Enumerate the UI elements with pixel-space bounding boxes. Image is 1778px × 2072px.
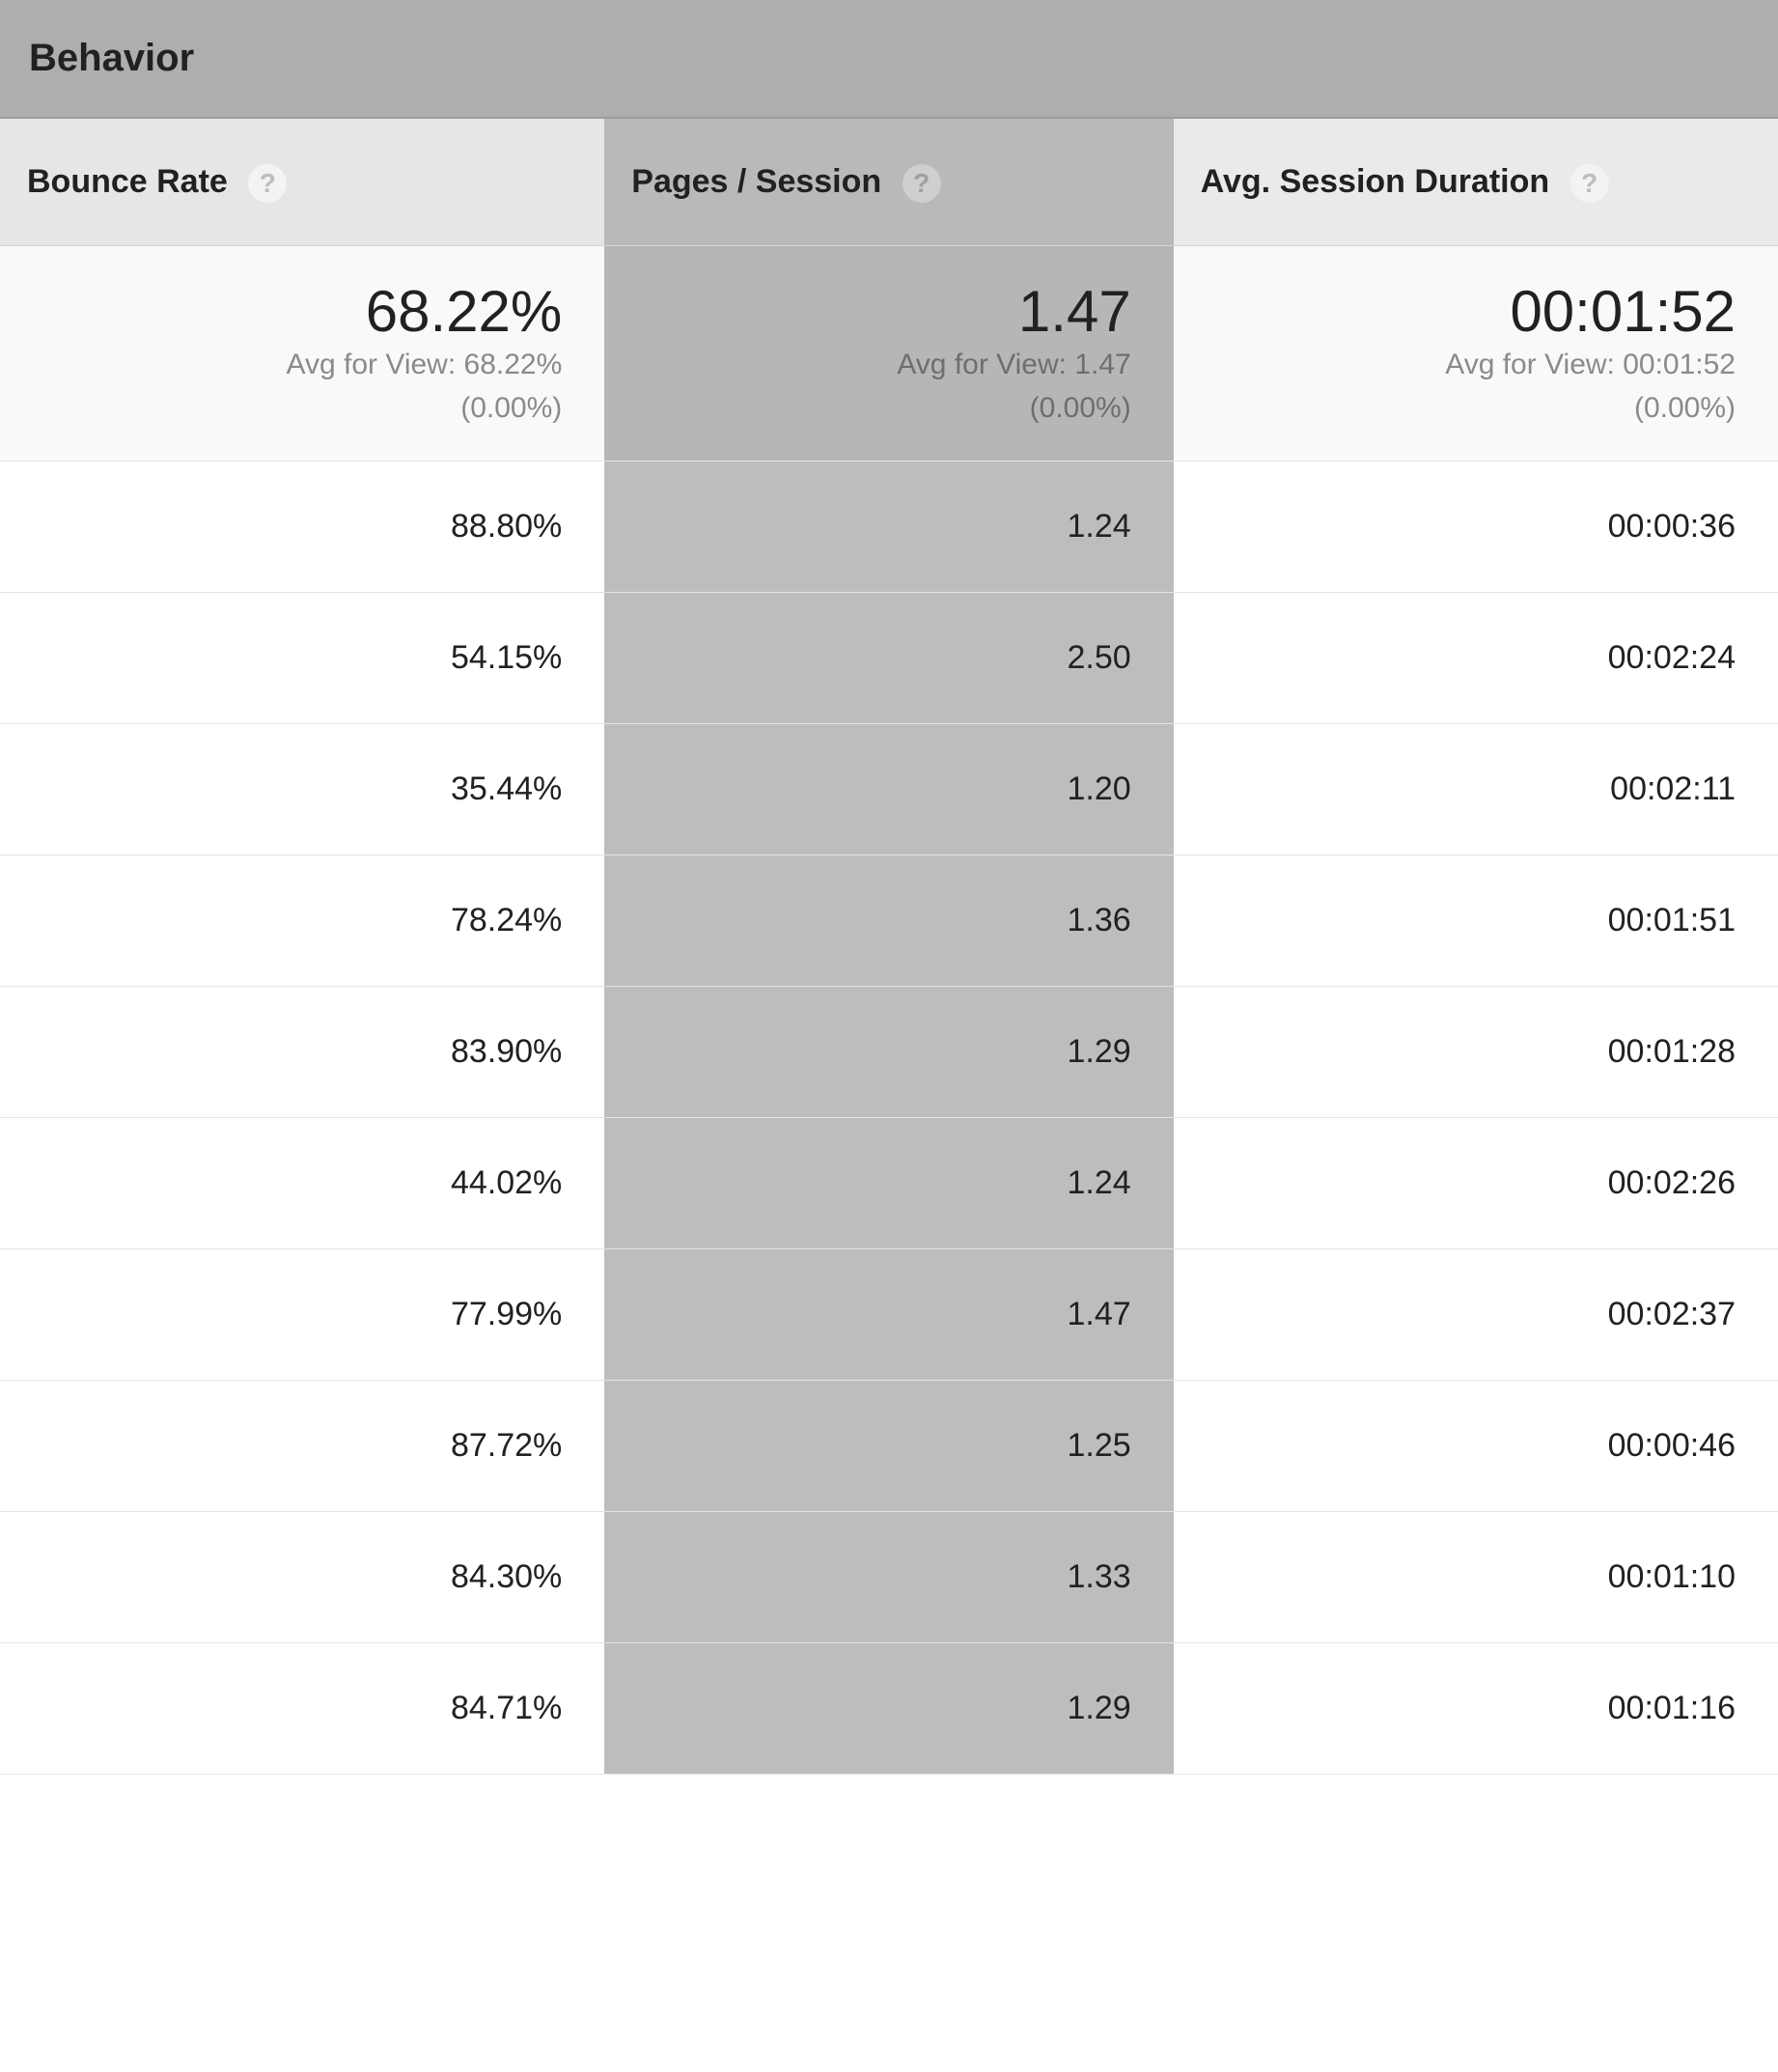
summary-delta-line: (0.00%)	[1216, 389, 1736, 429]
cell-bounce-rate: 35.44%	[0, 724, 604, 855]
cell-pages-per-session: 1.47	[604, 1249, 1173, 1381]
table-row[interactable]: 35.44%1.2000:02:11	[0, 724, 1778, 855]
cell-pages-per-session: 2.50	[604, 593, 1173, 724]
table-row[interactable]: 84.71%1.2900:01:16	[0, 1643, 1778, 1775]
cell-avg-session-duration: 00:01:10	[1174, 1512, 1778, 1643]
cell-pages-per-session: 1.36	[604, 855, 1173, 987]
summary-row: 68.22% Avg for View: 68.22% (0.00%) 1.47…	[0, 246, 1778, 462]
cell-pages-per-session: 1.25	[604, 1381, 1173, 1512]
metric-group-label: Behavior	[29, 37, 194, 79]
summary-avg-line: Avg for View: 1.47	[647, 346, 1130, 385]
cell-pages-per-session: 1.29	[604, 1643, 1173, 1775]
table-row[interactable]: 87.72%1.2500:00:46	[0, 1381, 1778, 1512]
help-icon[interactable]: ?	[248, 164, 287, 203]
summary-value: 00:01:52	[1216, 281, 1736, 342]
help-icon[interactable]: ?	[903, 164, 941, 203]
table-row[interactable]: 77.99%1.4700:02:37	[0, 1249, 1778, 1381]
table-row[interactable]: 44.02%1.2400:02:26	[0, 1118, 1778, 1249]
table-row[interactable]: 83.90%1.2900:01:28	[0, 987, 1778, 1118]
column-header-pages-per-session[interactable]: Pages / Session ?	[604, 118, 1173, 246]
table-row[interactable]: 78.24%1.3600:01:51	[0, 855, 1778, 987]
cell-pages-per-session: 1.33	[604, 1512, 1173, 1643]
cell-avg-session-duration: 00:00:36	[1174, 462, 1778, 593]
cell-bounce-rate: 78.24%	[0, 855, 604, 987]
cell-bounce-rate: 44.02%	[0, 1118, 604, 1249]
summary-cell-avg-session-duration: 00:01:52 Avg for View: 00:01:52 (0.00%)	[1174, 246, 1778, 462]
behavior-table: Behavior Bounce Rate ? Pages / Session ?…	[0, 0, 1778, 1775]
cell-bounce-rate: 84.71%	[0, 1643, 604, 1775]
cell-bounce-rate: 87.72%	[0, 1381, 604, 1512]
column-header-bounce-rate[interactable]: Bounce Rate ?	[0, 118, 604, 246]
help-icon[interactable]: ?	[1570, 164, 1609, 203]
cell-avg-session-duration: 00:02:26	[1174, 1118, 1778, 1249]
cell-bounce-rate: 84.30%	[0, 1512, 604, 1643]
cell-bounce-rate: 54.15%	[0, 593, 604, 724]
cell-avg-session-duration: 00:02:37	[1174, 1249, 1778, 1381]
summary-cell-bounce-rate: 68.22% Avg for View: 68.22% (0.00%)	[0, 246, 604, 462]
summary-value: 68.22%	[42, 281, 562, 342]
column-label: Avg. Session Duration	[1201, 163, 1549, 200]
summary-delta-line: (0.00%)	[42, 389, 562, 429]
cell-avg-session-duration: 00:00:46	[1174, 1381, 1778, 1512]
summary-avg-line: Avg for View: 68.22%	[42, 346, 562, 385]
table-row[interactable]: 54.15%2.5000:02:24	[0, 593, 1778, 724]
metric-group-header: Behavior	[0, 0, 1778, 118]
summary-avg-line: Avg for View: 00:01:52	[1216, 346, 1736, 385]
cell-avg-session-duration: 00:02:11	[1174, 724, 1778, 855]
cell-bounce-rate: 88.80%	[0, 462, 604, 593]
cell-avg-session-duration: 00:01:28	[1174, 987, 1778, 1118]
cell-pages-per-session: 1.29	[604, 987, 1173, 1118]
cell-pages-per-session: 1.24	[604, 1118, 1173, 1249]
cell-bounce-rate: 77.99%	[0, 1249, 604, 1381]
table-row[interactable]: 84.30%1.3300:01:10	[0, 1512, 1778, 1643]
summary-delta-line: (0.00%)	[647, 389, 1130, 429]
column-header-row: Bounce Rate ? Pages / Session ? Avg. Ses…	[0, 118, 1778, 246]
column-header-avg-session-duration[interactable]: Avg. Session Duration ?	[1174, 118, 1778, 246]
cell-avg-session-duration: 00:02:24	[1174, 593, 1778, 724]
table-row[interactable]: 88.80%1.2400:00:36	[0, 462, 1778, 593]
cell-pages-per-session: 1.24	[604, 462, 1173, 593]
cell-bounce-rate: 83.90%	[0, 987, 604, 1118]
cell-pages-per-session: 1.20	[604, 724, 1173, 855]
cell-avg-session-duration: 00:01:51	[1174, 855, 1778, 987]
cell-avg-session-duration: 00:01:16	[1174, 1643, 1778, 1775]
summary-value: 1.47	[647, 281, 1130, 342]
column-label: Pages / Session	[631, 163, 881, 200]
summary-cell-pages-per-session: 1.47 Avg for View: 1.47 (0.00%)	[604, 246, 1173, 462]
column-label: Bounce Rate	[27, 163, 228, 200]
